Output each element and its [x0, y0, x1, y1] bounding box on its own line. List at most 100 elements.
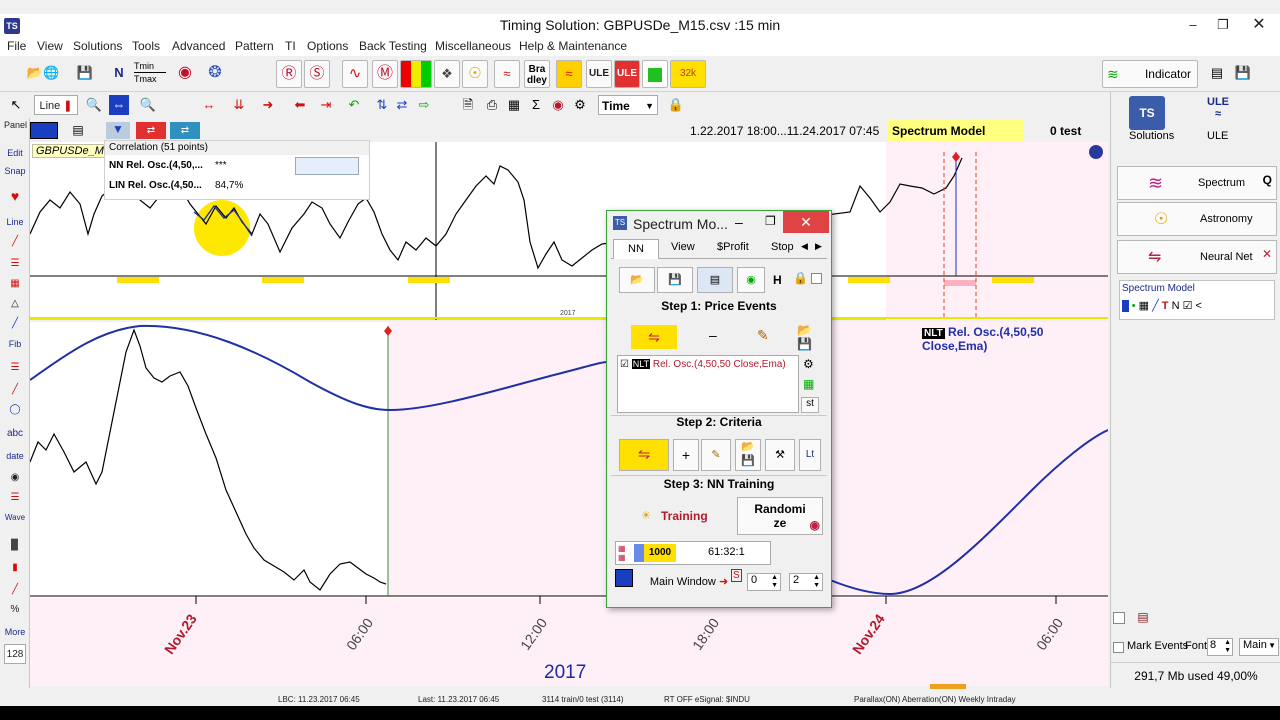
- tmin-tmax-button[interactable]: Tmin Tmax: [134, 60, 166, 88]
- split-icon[interactable]: ⇅: [372, 95, 392, 115]
- compress-icon[interactable]: ⇊: [226, 95, 252, 115]
- move-icon[interactable]: ⇄: [392, 95, 412, 115]
- hist-icon[interactable]: ▦ ▦: [618, 544, 626, 562]
- menu-back-testing[interactable]: Back Testing: [359, 39, 427, 53]
- tab-scroll-left-icon[interactable]: ◀: [801, 241, 808, 252]
- circles-icon[interactable]: ◯: [4, 400, 26, 420]
- sun-icon[interactable]: ☉: [462, 60, 488, 88]
- line-select[interactable]: Line ❚: [34, 95, 78, 115]
- edit-tool[interactable]: Edit: [4, 148, 26, 168]
- green-box-icon[interactable]: [642, 60, 668, 88]
- spin-box-1[interactable]: 0 ▲ ▼: [747, 573, 781, 591]
- menu-file[interactable]: File: [7, 39, 26, 53]
- neural-net-button[interactable]: ⇋ Neural Net ✕: [1117, 240, 1277, 274]
- event-list[interactable]: ☑ NLT Rel. Osc.(4,50,50 Close,Ema): [617, 355, 799, 413]
- target-tool-icon[interactable]: ◉: [4, 468, 26, 488]
- neural-arrows-icon[interactable]: ⇋: [631, 325, 677, 349]
- zigzag-icon[interactable]: ∿: [342, 60, 368, 88]
- table-small-icon[interactable]: ▦: [1139, 300, 1149, 312]
- zoom-icon[interactable]: 🔍: [84, 95, 104, 115]
- tab-scroll-right-icon[interactable]: ▶: [815, 241, 822, 252]
- indicator-button[interactable]: ≋ Indicator: [1102, 60, 1198, 88]
- dialog-close-icon[interactable]: ✕: [783, 211, 829, 233]
- criteria-net-icon[interactable]: ⇋: [619, 439, 669, 471]
- blue-arrows-icon[interactable]: ⇄: [170, 122, 200, 139]
- event-list-item[interactable]: ☑ NLT Rel. Osc.(4,50,50 Close,Ema): [620, 359, 786, 370]
- cycle-icon[interactable]: Ⓡ: [276, 60, 302, 88]
- sigma-icon[interactable]: Σ: [526, 95, 546, 115]
- open-folder-icon[interactable]: 📂🌐: [24, 60, 62, 88]
- lines-icon[interactable]: ☰: [4, 488, 26, 508]
- dialog-lock-icon[interactable]: 🔒: [793, 271, 808, 285]
- mark-events-checkbox[interactable]: [1113, 642, 1124, 653]
- chevron-left-icon[interactable]: <: [1196, 300, 1202, 312]
- cycle2-icon[interactable]: Ⓢ: [304, 60, 330, 88]
- next-icon[interactable]: ⇨: [414, 95, 434, 115]
- undo-icon[interactable]: ↶: [344, 95, 364, 115]
- candle-icon[interactable]: ▮: [4, 558, 26, 578]
- blue-color-icon[interactable]: [30, 122, 58, 139]
- target-icon[interactable]: ◉: [172, 60, 198, 88]
- menu-tools[interactable]: Tools: [132, 39, 160, 53]
- main-window-button[interactable]: Main Window ➜: [637, 569, 741, 595]
- more-tool[interactable]: More: [4, 622, 26, 642]
- snap-tool[interactable]: Snap: [4, 166, 26, 186]
- funnel-icon[interactable]: ▼: [106, 122, 130, 139]
- menu-miscellaneous[interactable]: Miscellaneous: [435, 39, 511, 53]
- grid-icon[interactable]: ❖: [434, 60, 460, 88]
- arrow-left-icon[interactable]: ⬅: [290, 95, 310, 115]
- minus-icon[interactable]: –: [709, 327, 717, 343]
- print-icon[interactable]: ⎙: [482, 95, 502, 115]
- menu-solutions[interactable]: Solutions: [73, 39, 122, 53]
- gear-icon[interactable]: ⚙: [570, 95, 590, 115]
- fib-tool[interactable]: Fib: [4, 334, 26, 354]
- open-icon[interactable]: 📂: [619, 267, 655, 293]
- menu-advanced[interactable]: Advanced: [172, 39, 225, 53]
- menu-options[interactable]: Options: [307, 39, 348, 53]
- time-select[interactable]: Time ▼: [598, 95, 658, 115]
- document-icon[interactable]: 🗎: [458, 95, 478, 115]
- screen-icon[interactable]: ▤: [66, 122, 90, 139]
- edit-pen-icon[interactable]: ✎: [757, 327, 769, 344]
- bars-icon[interactable]: ▉: [4, 536, 26, 556]
- main-select[interactable]: Main ▼: [1239, 638, 1279, 656]
- pointer-icon[interactable]: ↖: [6, 95, 26, 115]
- fib-arc-icon[interactable]: ☰: [4, 358, 26, 378]
- abc-tool[interactable]: abc: [4, 424, 26, 444]
- grid-tool-icon[interactable]: ▦: [4, 274, 26, 294]
- save2-icon[interactable]: 💾: [1232, 60, 1254, 88]
- price-chart[interactable]: GBPUSDe_M Correlation (51 points) NN Rel…: [30, 140, 1108, 320]
- spectrum-button[interactable]: ≋ Spectrum Q: [1117, 166, 1277, 200]
- neural-net-close-icon[interactable]: ✕: [1262, 247, 1272, 261]
- text-t-icon[interactable]: T: [1162, 300, 1169, 312]
- window-icon[interactable]: ▤: [1206, 60, 1228, 88]
- dialog-restore-icon[interactable]: ❐: [765, 214, 776, 228]
- blue-square-icon[interactable]: ■: [1122, 300, 1129, 312]
- dialog-gear-icon[interactable]: ⚙: [803, 357, 814, 371]
- cycle-red-icon[interactable]: ◉: [548, 95, 568, 115]
- panel-tool[interactable]: Panel: [4, 120, 27, 140]
- yellow-wave-icon[interactable]: ≈: [556, 60, 582, 88]
- save-icon[interactable]: 💾: [72, 60, 98, 88]
- tab-view[interactable]: View: [665, 241, 695, 253]
- screen-capture-icon[interactable]: ▤: [697, 267, 733, 293]
- ule-red-button[interactable]: ULE: [614, 60, 640, 88]
- percent-tool[interactable]: %: [4, 600, 26, 620]
- event-checkbox-icon[interactable]: ☑: [620, 359, 629, 370]
- dialog-checkbox[interactable]: [811, 273, 822, 284]
- add-criteria-button[interactable]: +: [673, 439, 699, 471]
- globe-green-icon[interactable]: ◉: [737, 267, 765, 293]
- fit-icon[interactable]: ⇔: [109, 95, 129, 115]
- color-bars-icon[interactable]: [400, 60, 432, 88]
- menu-help[interactable]: Help & Maintenance: [519, 39, 627, 53]
- bradley-button[interactable]: Bra dley: [524, 60, 550, 88]
- solutions-icon[interactable]: TS: [1129, 96, 1165, 130]
- st-button[interactable]: st: [801, 397, 819, 413]
- line-tool[interactable]: Line: [4, 212, 26, 232]
- edit-criteria-icon[interactable]: ✎: [701, 439, 731, 471]
- lt-button[interactable]: Lt: [799, 439, 821, 471]
- dialog-save-icon[interactable]: 💾: [657, 267, 693, 293]
- lock-icon[interactable]: 🔒: [666, 95, 686, 115]
- 128-tool[interactable]: 128: [4, 644, 26, 664]
- fan-icon[interactable]: ☰: [4, 254, 26, 274]
